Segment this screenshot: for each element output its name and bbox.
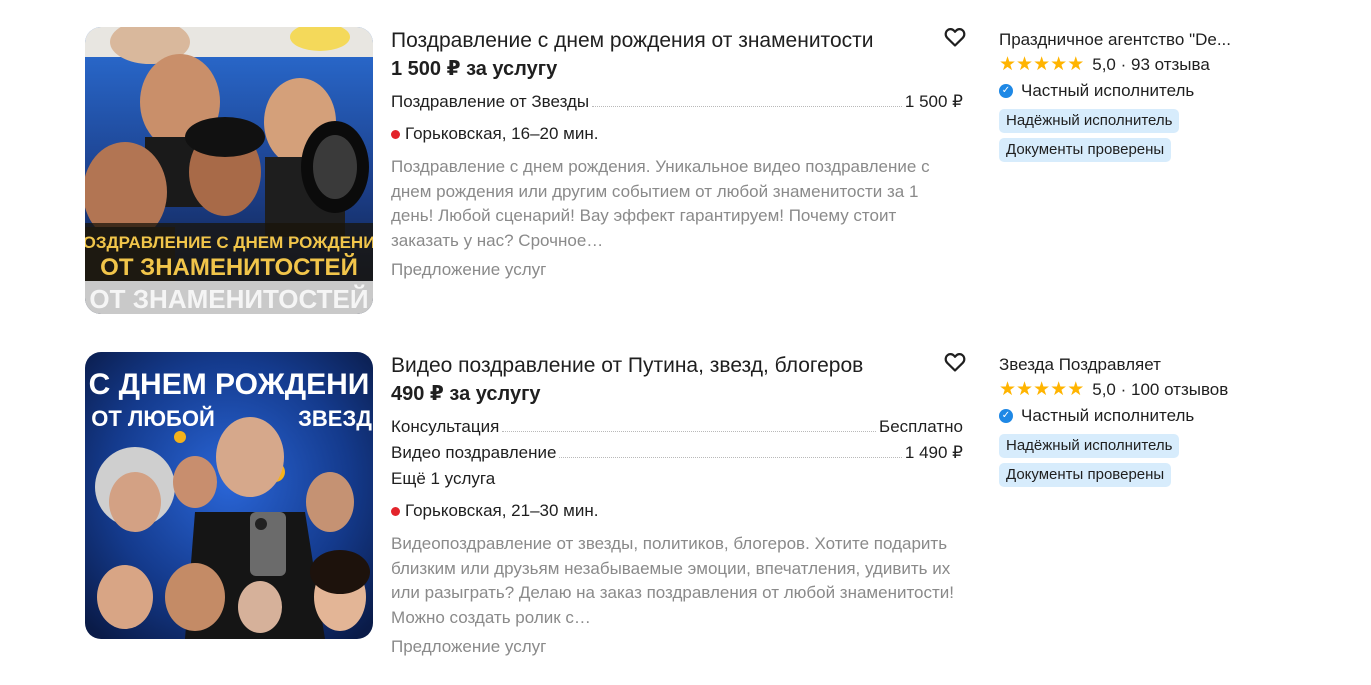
rating-value: 5,0 [1092, 380, 1116, 399]
star-icon: ★ [1067, 379, 1085, 400]
heart-outline-icon [944, 353, 966, 372]
check-circle-icon: ✓ [999, 409, 1013, 423]
star-icon: ★ [999, 379, 1017, 400]
thumbnail-caption-line1: С ДНЕМ РОЖДЕНИ [89, 368, 370, 401]
favorite-button[interactable] [943, 25, 967, 49]
listing-price: 1 500 ₽ за услугу [391, 58, 558, 80]
badge-documents: Документы проверены [999, 138, 1172, 162]
listing-thumbnail[interactable]: ПОЗДРАВЛЕНИЕ С ДНЕМ РОЖДЕНИЯ ОТ ЗНАМЕНИТ… [85, 27, 373, 314]
service-name: Консультация [391, 417, 500, 436]
badge-documents: Документы проверены [999, 463, 1172, 487]
listing-card: ПОЗДРАВЛЕНИЕ С ДНЕМ РОЖДЕНИЯ ОТ ЗНАМЕНИТ… [85, 27, 1285, 327]
thumbnail-image: ПОЗДРАВЛЕНИЕ С ДНЕМ РОЖДЕНИЯ ОТ ЗНАМЕНИТ… [85, 27, 373, 314]
service-row: Поздравление от Звезды 1 500 ₽ [391, 89, 963, 115]
star-icon: ★ [1050, 379, 1068, 400]
listing-info: Видео поздравление от Путина, звезд, бло… [391, 352, 963, 660]
rating-stars: ★ ★ ★ ★ ★ [999, 55, 1084, 75]
seller-type-label: Частный исполнитель [1021, 81, 1195, 100]
heart-outline-icon [944, 28, 966, 47]
reviews-link[interactable]: · 93 отзыва [1121, 53, 1210, 77]
seller-name[interactable]: Праздничное агентство "De... [999, 27, 1279, 53]
seller-rating: ★ ★ ★ ★ ★ 5,0 · 93 отзыва [999, 53, 1279, 77]
thumbnail-caption-line1: ПОЗДРАВЛЕНИЕ С ДНЕМ РОЖДЕНИЯ [85, 233, 373, 252]
thumbnail-caption-line2: ОТ ЛЮБОЙ [91, 406, 215, 431]
service-price: 1 500 ₽ [904, 92, 963, 111]
listing-description: Видеопоздравление от звезды, политиков, … [391, 534, 955, 627]
listing-title[interactable]: Поздравление с днем рождения от знаменит… [391, 27, 963, 55]
badge-reliable: Надёжный исполнитель [999, 109, 1180, 133]
listing-thumbnail[interactable]: С ДНЕМ РОЖДЕНИ ОТ ЛЮБОЙ ЗВЕЗД [85, 352, 373, 639]
favorite-button[interactable] [943, 350, 967, 374]
thumbnail-image: С ДНЕМ РОЖДЕНИ ОТ ЛЮБОЙ ЗВЕЗД [85, 352, 373, 639]
listing-location: Горьковская, 16–20 мин. [391, 121, 963, 147]
service-price: Бесплатно [879, 417, 963, 436]
seller-type: ✓ Частный исполнитель [999, 403, 1279, 429]
rating-stars: ★ ★ ★ ★ ★ [999, 380, 1084, 400]
seller-block: Звезда Поздравляет ★ ★ ★ ★ ★ 5,0 · 100 о… [999, 352, 1279, 487]
listing-location: Горьковская, 21–30 мин. [391, 498, 963, 524]
listing-description: Поздравление с днем рождения. Уникальное… [391, 157, 930, 250]
location-text: Горьковская, 16–20 мин. [405, 124, 599, 143]
thumbnail-caption-line2: ОТ ЗНАМЕНИТОСТЕЙ [100, 253, 358, 281]
star-icon: ★ [1067, 54, 1085, 75]
seller-type-label: Частный исполнитель [1021, 406, 1195, 425]
star-icon: ★ [1033, 379, 1051, 400]
service-leader-dots [502, 431, 877, 432]
more-services-link[interactable]: Ещё 1 услуга [391, 466, 963, 492]
service-name: Видео поздравление [391, 443, 557, 462]
listing-category: Предложение услуг [391, 637, 547, 656]
star-icon: ★ [1016, 54, 1034, 75]
rating-value: 5,0 [1092, 55, 1116, 74]
service-name: Поздравление от Звезды [391, 92, 590, 111]
seller-block: Праздничное агентство "De... ★ ★ ★ ★ ★ 5… [999, 27, 1279, 162]
location-text: Горьковская, 21–30 мин. [405, 501, 599, 520]
service-leader-dots [559, 457, 902, 458]
seller-type: ✓ Частный исполнитель [999, 78, 1279, 104]
listing-card: С ДНЕМ РОЖДЕНИ ОТ ЛЮБОЙ ЗВЕЗД Видео позд… [85, 350, 1285, 656]
listing-title[interactable]: Видео поздравление от Путина, звезд, бло… [391, 352, 963, 380]
star-icon: ★ [1050, 54, 1068, 75]
badge-reliable: Надёжный исполнитель [999, 434, 1180, 458]
metro-dot-icon [391, 506, 400, 516]
listing-info: Поздравление с днем рождения от знаменит… [391, 27, 963, 283]
seller-name[interactable]: Звезда Поздравляет [999, 352, 1279, 378]
seller-rating: ★ ★ ★ ★ ★ 5,0 · 100 отзывов [999, 378, 1279, 402]
listing-category: Предложение услуг [391, 260, 547, 279]
service-price: 1 490 ₽ [904, 443, 963, 462]
star-icon: ★ [1016, 379, 1034, 400]
listing-price: 490 ₽ за услугу [391, 383, 541, 405]
service-leader-dots [592, 106, 902, 107]
star-icon: ★ [999, 54, 1017, 75]
metro-dot-icon [391, 129, 400, 139]
service-row: Видео поздравление 1 490 ₽ [391, 440, 963, 466]
reviews-link[interactable]: · 100 отзывов [1121, 378, 1229, 402]
thumbnail-caption-line3: ОТ ЗНАМЕНИТОСТЕЙ [89, 284, 368, 314]
check-circle-icon: ✓ [999, 84, 1013, 98]
star-icon: ★ [1033, 54, 1051, 75]
thumbnail-caption-line3: ЗВЕЗД [298, 406, 372, 431]
service-row: Консультация Бесплатно [391, 414, 963, 440]
